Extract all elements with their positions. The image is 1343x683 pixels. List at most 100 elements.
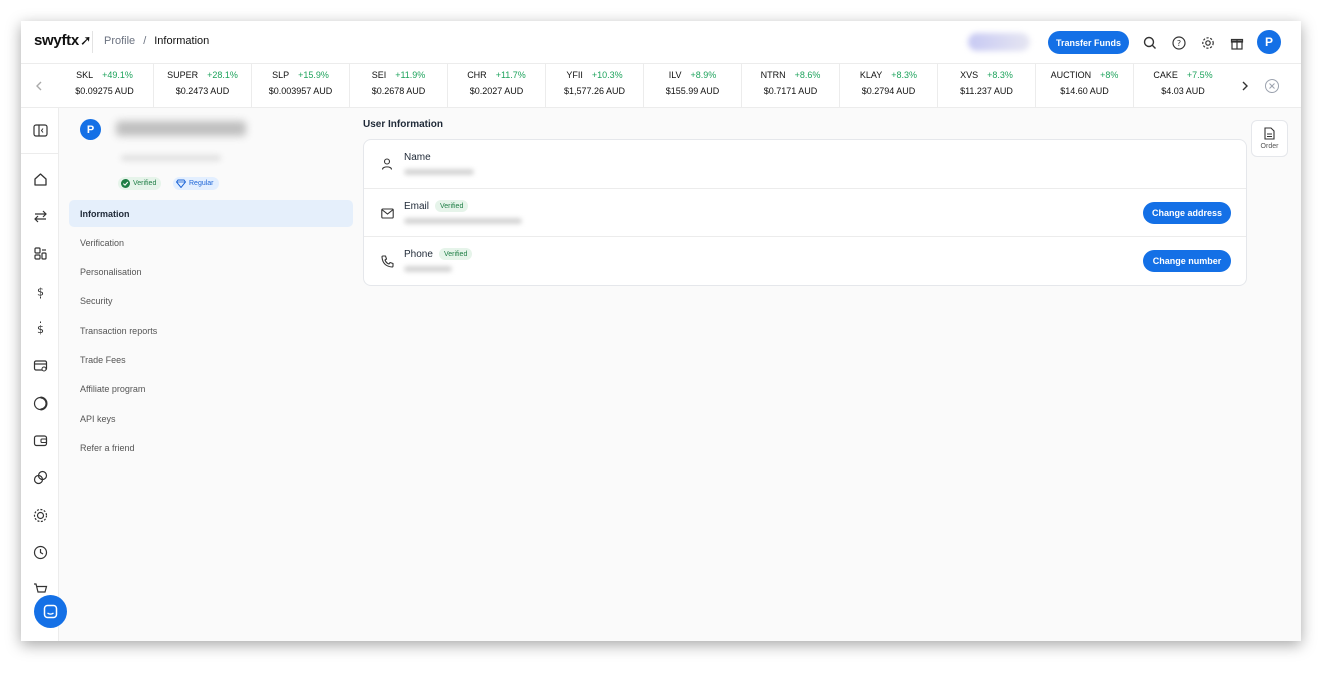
ticker-change: +8.9% [690, 70, 717, 80]
ticker-price: $14.60 AUD [1060, 86, 1109, 96]
diamond-icon [176, 179, 186, 188]
ticker-symbol: SLP [272, 70, 290, 80]
transfer-funds-button[interactable]: Transfer Funds [1048, 31, 1129, 54]
rewards-icon[interactable] [31, 506, 49, 524]
menu-item-personalisation[interactable]: Personalisation [69, 259, 353, 286]
coin-icon[interactable] [31, 394, 49, 412]
user-information-card: Name Email Verified Change address Phone… [363, 139, 1247, 286]
ticker-symbol: ILV [668, 70, 682, 80]
change-number-button[interactable]: Change number [1143, 250, 1231, 272]
portfolio-icon[interactable] [31, 244, 49, 262]
menu-item-affiliate-program[interactable]: Affiliate program [69, 376, 353, 403]
ticker-item[interactable]: NTRN +8.6% $0.7171 AUD [742, 64, 840, 108]
ticker-price: $0.2027 AUD [469, 86, 524, 96]
help-icon[interactable]: ? [1167, 31, 1190, 54]
ticker-symbol: CHR [467, 70, 487, 80]
email-verified-badge: Verified [435, 200, 469, 212]
sidebar-toggle-icon[interactable] [31, 121, 49, 139]
chat-icon [43, 604, 58, 619]
ticker-prev-chevron-icon[interactable] [31, 78, 47, 94]
ticker-change: +8% [1100, 70, 1119, 80]
ticker-price: $11.237 AUD [960, 86, 1013, 96]
ticker-price: $0.09275 AUD [75, 86, 134, 96]
ticker-change: +11.7% [495, 70, 526, 80]
ticker-price: $0.2794 AUD [861, 86, 916, 96]
ticker-price: $0.003957 AUD [268, 86, 333, 96]
ticker-item[interactable]: SUPER +28.1% $0.2473 AUD [154, 64, 252, 108]
top-header: swyftx➚ Profile / Information Transfer Fun… [21, 21, 1301, 64]
ticker-item[interactable]: CAKE +7.5% $4.03 AUD [1134, 64, 1232, 108]
menu-item-verification[interactable]: Verification [69, 229, 353, 256]
ticker-symbol: AUCTION [1050, 70, 1092, 80]
menu-item-api-keys[interactable]: API keys [69, 405, 353, 432]
home-icon[interactable] [31, 170, 49, 188]
svg-text:?: ? [1176, 39, 1180, 48]
blurred-email-value [404, 218, 522, 224]
ticker-item[interactable]: KLAY +8.3% $0.2794 AUD [840, 64, 938, 108]
verified-badge: Verified [118, 177, 162, 190]
withdraw-dollar-icon[interactable]: $ [31, 319, 49, 337]
breadcrumb-profile[interactable]: Profile [104, 35, 135, 47]
settings-gear-icon[interactable] [1196, 31, 1219, 54]
ticker-change: +8.3% [987, 70, 1013, 80]
blurred-profile-detail [121, 155, 221, 161]
staking-icon[interactable] [31, 468, 49, 486]
wallet-icon[interactable] [31, 431, 49, 449]
phone-icon [379, 253, 395, 269]
ticker-symbol: NTRN [760, 70, 786, 80]
ticker-item[interactable]: AUCTION +8% $14.60 AUD [1036, 64, 1134, 108]
ticker-items: SKL +49.1% $0.09275 AUD SUPER +28.1% $0.2473… [56, 64, 1232, 108]
ticker-price: $0.2473 AUD [175, 86, 230, 96]
support-chat-button[interactable] [34, 595, 67, 628]
history-clock-icon[interactable] [31, 543, 49, 561]
ticker-item[interactable]: SEI +11.9% $0.2678 AUD [350, 64, 448, 108]
document-icon [1264, 127, 1275, 140]
ticker-symbol: CAKE [1153, 70, 1178, 80]
swyftx-logo[interactable]: swyftx➚ [34, 32, 92, 49]
ticker-symbol: SEI [371, 70, 387, 80]
menu-item-transaction-reports[interactable]: Transaction reports [69, 317, 353, 344]
change-address-button[interactable]: Change address [1143, 202, 1231, 224]
user-avatar[interactable]: P [1257, 30, 1281, 54]
ticker-change: +10.3% [591, 70, 623, 80]
deposit-dollar-icon[interactable]: $ [31, 282, 49, 300]
price-ticker: SKL +49.1% $0.09275 AUD SUPER +28.1% $0.2473… [21, 64, 1301, 108]
header-divider [92, 31, 93, 53]
card-icon[interactable] [31, 356, 49, 374]
blurred-phone-value [404, 266, 452, 272]
ticker-close-icon[interactable] [1265, 79, 1279, 93]
ticker-price: $4.03 AUD [1161, 86, 1205, 96]
mail-icon [379, 205, 395, 221]
ticker-price: $0.7171 AUD [763, 86, 818, 96]
breadcrumb: Profile / Information [104, 35, 209, 47]
menu-item-security[interactable]: Security [69, 288, 353, 315]
section-title: User Information [363, 119, 444, 130]
ticker-item[interactable]: YFII +10.3% $1,577.26 AUD [546, 64, 644, 108]
app-window: swyftx➚ Profile / Information Transfer Fun… [21, 21, 1301, 641]
ticker-item[interactable]: SKL +49.1% $0.09275 AUD [56, 64, 154, 108]
blurred-balance [968, 33, 1030, 51]
blurred-name-value [404, 169, 474, 175]
svg-text:$: $ [37, 285, 44, 298]
svg-text:$: $ [37, 323, 44, 336]
ticker-next-chevron-icon[interactable] [1237, 78, 1253, 94]
menu-item-information[interactable]: Information [69, 200, 353, 227]
name-row: Name [364, 140, 1246, 188]
order-button[interactable]: Order [1251, 120, 1288, 157]
ticker-item[interactable]: XVS +8.3% $11.237 AUD [938, 64, 1036, 108]
ticker-item[interactable]: CHR +11.7% $0.2027 AUD [448, 64, 546, 108]
ticker-price: $1,577.26 AUD [563, 86, 626, 96]
email-label: Email [404, 201, 430, 212]
menu-item-trade-fees[interactable]: Trade Fees [69, 346, 353, 373]
ticker-item[interactable]: ILV +8.9% $155.99 AUD [644, 64, 742, 108]
gift-icon[interactable] [1225, 31, 1248, 54]
ticker-symbol: XVS [960, 70, 979, 80]
breadcrumb-current: Information [154, 35, 210, 47]
user-icon [379, 156, 395, 172]
trade-swap-icon[interactable] [31, 207, 49, 225]
ticker-item[interactable]: SLP +15.9% $0.003957 AUD [252, 64, 350, 108]
rail-divider [21, 153, 58, 154]
menu-item-refer-a-friend[interactable]: Refer a friend [69, 434, 353, 461]
phone-verified-badge: Verified [439, 248, 473, 260]
search-icon[interactable] [1138, 31, 1161, 54]
